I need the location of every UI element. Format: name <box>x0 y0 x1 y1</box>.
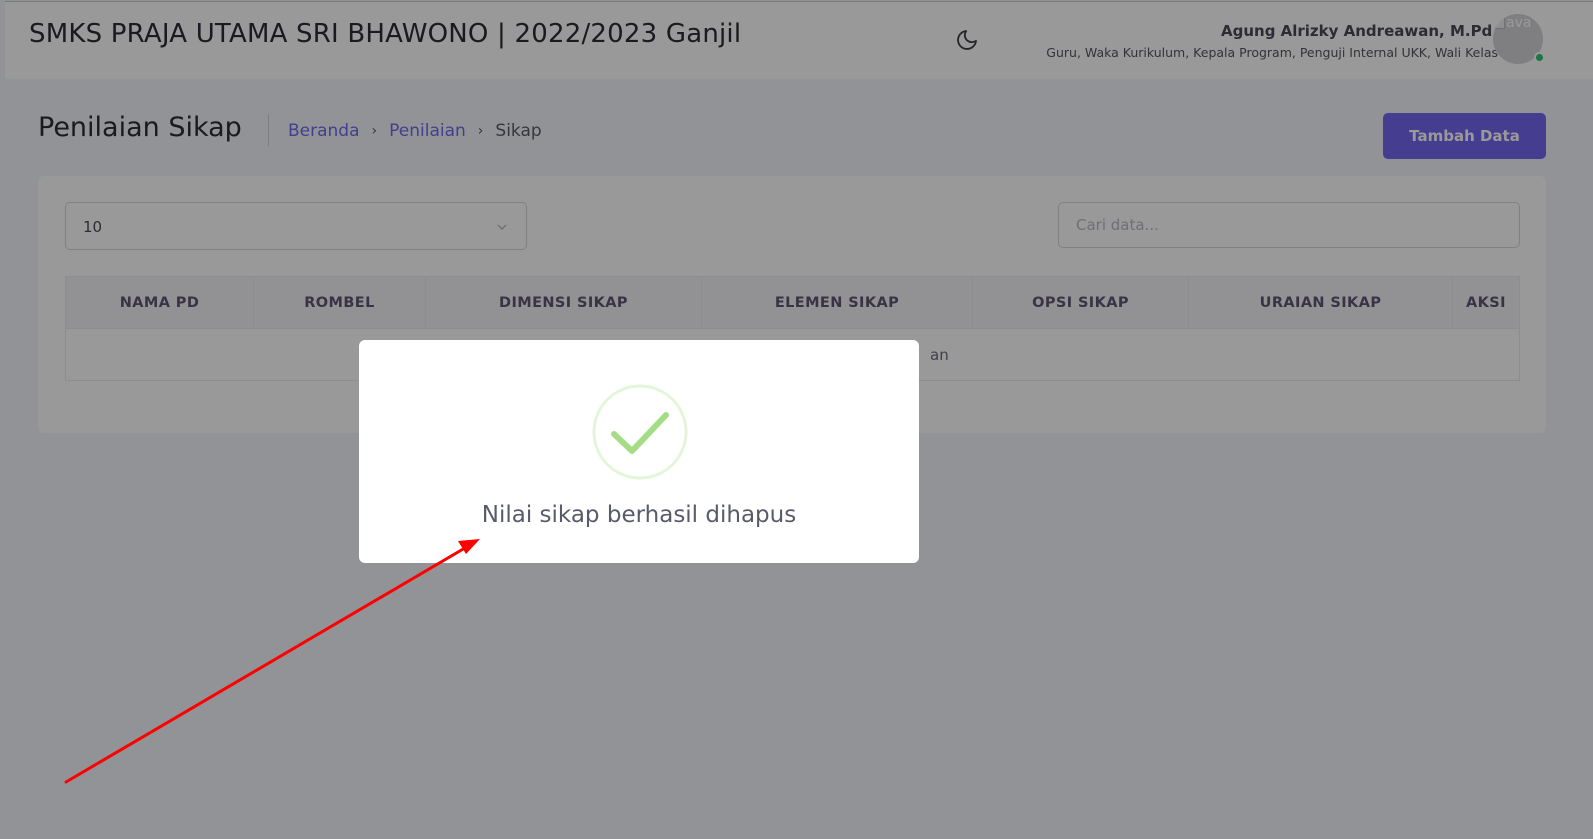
modal-message: Nilai sikap berhasil dihapus <box>481 502 797 528</box>
success-modal: Nilai sikap berhasil dihapus <box>359 340 919 563</box>
check-circle-icon <box>592 384 688 480</box>
